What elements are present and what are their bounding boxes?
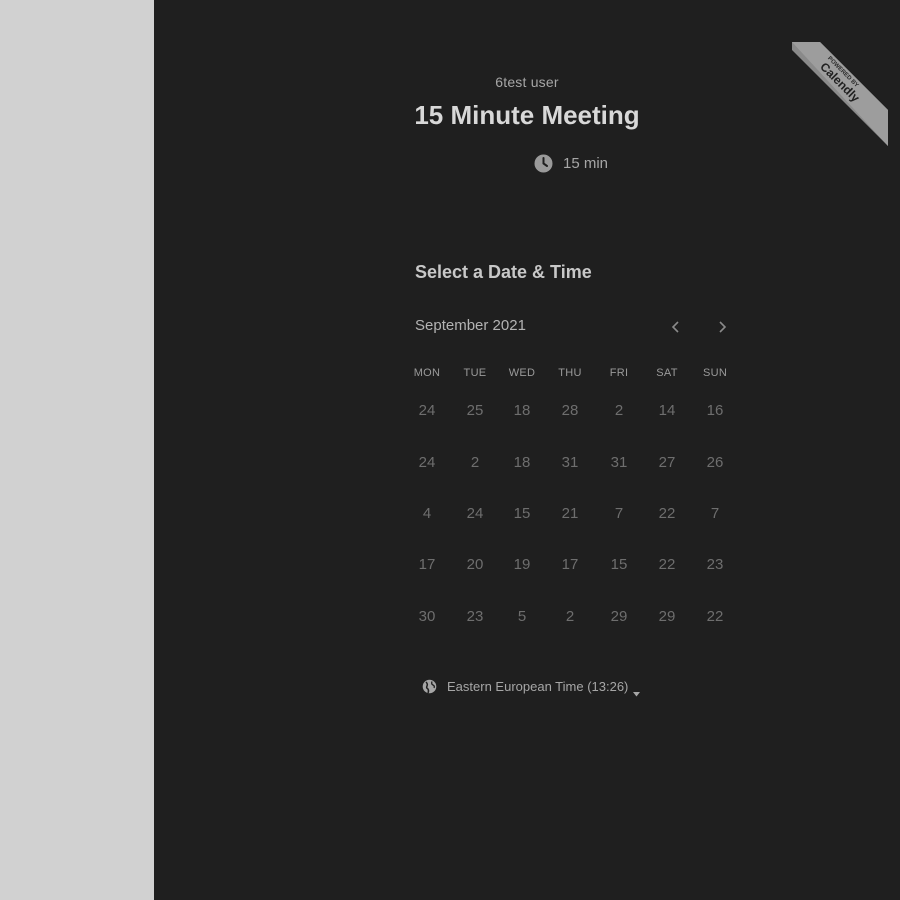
weekday-label-fri: FRI <box>609 367 629 379</box>
calendar-day: 15 <box>610 555 628 573</box>
timezone-selector[interactable]: Eastern European Time (13:26) <box>422 676 641 696</box>
weekday-label-sun: SUN <box>702 367 728 379</box>
calendar-day: 18 <box>513 453 531 471</box>
calendar-day: 22 <box>658 504 676 522</box>
owner-name: 6test user <box>495 74 559 90</box>
calendar-day: 17 <box>418 555 436 573</box>
calendar-day: 18 <box>513 401 531 419</box>
calendar-day: 7 <box>614 504 624 522</box>
calendar-day: 21 <box>561 504 579 522</box>
calendar-day: 2 <box>470 453 480 471</box>
calendar-day: 5 <box>517 607 527 625</box>
calendar-day: 20 <box>466 555 484 573</box>
next-month-button[interactable] <box>711 316 733 338</box>
caret-down-icon <box>633 684 641 696</box>
calendar-day: 4 <box>422 504 432 522</box>
weekday-label-mon: MON <box>413 367 441 379</box>
calendar-day: 14 <box>658 401 676 419</box>
calendar-day: 26 <box>706 453 724 471</box>
previous-month-button[interactable] <box>665 316 687 338</box>
clock-icon <box>534 154 553 173</box>
calendar-day: 17 <box>561 555 579 573</box>
calendar-day: 29 <box>610 607 628 625</box>
calendar-day: 28 <box>561 401 579 419</box>
calendar-day: 22 <box>706 607 724 625</box>
calendar-day: 19 <box>513 555 531 573</box>
calendar-day: 24 <box>466 504 484 522</box>
calendar-day: 7 <box>710 504 720 522</box>
duration-row: 15 min <box>534 152 608 174</box>
calendar-day: 22 <box>658 555 676 573</box>
select-date-time-heading: Select a Date & Time <box>415 262 592 282</box>
left-panel <box>0 0 154 900</box>
calendar-day: 24 <box>418 401 436 419</box>
calendar-day: 29 <box>658 607 676 625</box>
event-title: 15 Minute Meeting <box>414 100 640 130</box>
calendar-day: 24 <box>418 453 436 471</box>
calendar-day: 27 <box>658 453 676 471</box>
month-label: September 2021 <box>415 317 526 334</box>
calendar-day: 15 <box>513 504 531 522</box>
calendar-day: 2 <box>565 607 575 625</box>
globe-icon <box>422 679 437 694</box>
calendar-day: 23 <box>706 555 724 573</box>
timezone-label: Eastern European Time (13:26) <box>447 678 629 694</box>
duration-label: 15 min <box>563 154 609 172</box>
calendar-day: 31 <box>561 453 579 471</box>
calendar-day: 2 <box>614 401 624 419</box>
weekday-label-tue: TUE <box>463 367 487 379</box>
weekday-label-sat: SAT <box>656 367 678 379</box>
calendar-day: 30 <box>418 607 436 625</box>
calendar-day: 16 <box>706 401 724 419</box>
calendar-day: 25 <box>466 401 484 419</box>
chevron-left-icon <box>671 321 679 333</box>
calendar-day: 23 <box>466 607 484 625</box>
chevron-right-icon <box>719 321 727 333</box>
badge-ribbon-icon: POWERED BY Calendly <box>792 42 888 146</box>
weekday-label-wed: WED <box>508 367 536 379</box>
weekday-label-thu: THU <box>558 367 582 379</box>
calendar-day: 31 <box>610 453 628 471</box>
powered-by-calendly-badge[interactable]: POWERED BY Calendly <box>790 40 890 148</box>
